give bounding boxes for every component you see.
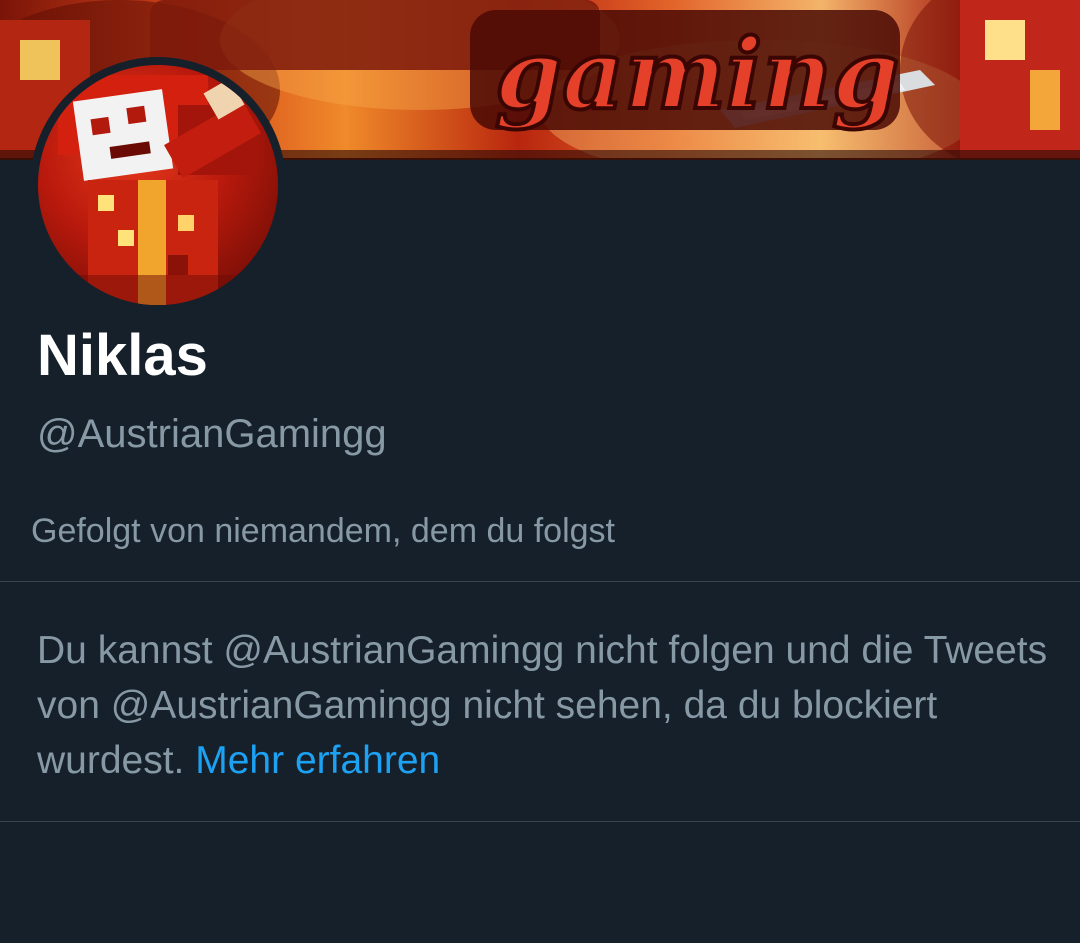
divider [0,821,1080,822]
blocked-notice: Du kannst @AustrianGamingg nicht folgen … [37,623,1057,788]
user-handle: @AustrianGamingg [37,412,387,456]
profile-page: gaming Niklas @AustrianGamingg Gefolgt v… [0,0,1080,943]
blocked-notice-text: Du kannst @AustrianGamingg nicht folgen … [37,629,1048,782]
learn-more-link[interactable]: Mehr erfahren [195,739,440,782]
banner-logo-text: gaming [495,18,899,131]
profile-avatar[interactable] [30,57,286,313]
display-name: Niklas [37,323,208,388]
followed-by-text: Gefolgt von niemandem, dem du folgst [31,512,615,550]
divider [0,581,1080,582]
avatar-artwork [38,75,278,305]
avatar-image [38,65,278,305]
